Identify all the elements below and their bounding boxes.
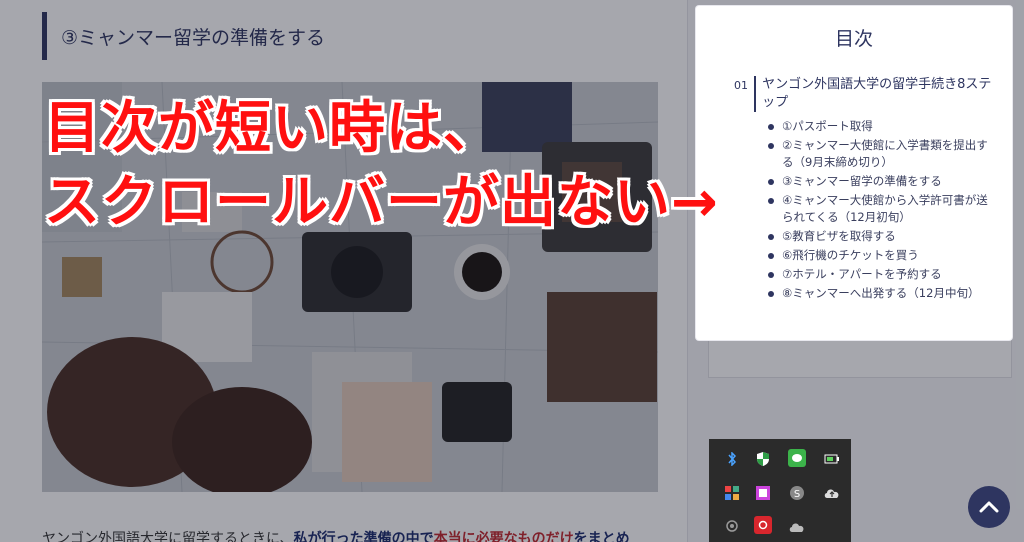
table-of-contents: 目次 01 ヤンゴン外国語大学の留学手続き8ステップ ①パスポート取得 ②ミャン… <box>696 6 1012 340</box>
toc-item[interactable]: ②ミャンマー大使館に入学書類を提出する（9月末締め切り） <box>768 137 998 171</box>
bluetooth-icon[interactable] <box>723 450 741 468</box>
toc-h2-link[interactable]: ヤンゴン外国語大学の留学手続き8ステップ <box>754 76 996 112</box>
toc-item[interactable]: ⑥飛行機のチケットを買う <box>768 247 998 264</box>
toc-item[interactable]: ⑦ホテル・アパートを予約する <box>768 266 998 283</box>
security-shield-icon[interactable] <box>754 450 772 468</box>
chevron-up-icon <box>979 501 999 513</box>
toc-h2-number: 01 <box>734 79 748 92</box>
toc-item[interactable]: ④ミャンマー大使館から入学許可書が送られてくる（12月初旬） <box>768 192 998 226</box>
toc-h2-item[interactable]: 01 ヤンゴン外国語大学の留学手続き8ステップ <box>734 76 996 112</box>
back-to-top-button[interactable] <box>968 486 1010 528</box>
toc-item[interactable]: ⑤教育ビザを取得する <box>768 228 998 245</box>
svg-text:S: S <box>794 489 800 500</box>
annotation-line-2: スクロールバーが出ない→ <box>44 170 719 235</box>
annotation-line-1: 目次が短い時は、 <box>44 96 500 161</box>
chat-icon[interactable] <box>788 449 806 467</box>
toc-item[interactable]: ③ミャンマー留学の準備をする <box>768 173 998 190</box>
toc-item[interactable]: ⑧ミャンマーへ出発する（12月中旬） <box>768 285 998 302</box>
toc-list: ①パスポート取得 ②ミャンマー大使館に入学書類を提出する（9月末締め切り） ③ミ… <box>768 118 998 304</box>
toc-item[interactable]: ①パスポート取得 <box>768 118 998 135</box>
photo-app-icon[interactable] <box>754 516 772 534</box>
battery-icon[interactable] <box>823 450 841 468</box>
toc-title: 目次 <box>834 28 873 50</box>
cloud-sync-icon[interactable] <box>788 518 806 536</box>
apps-icon[interactable] <box>723 484 741 502</box>
skype-icon[interactable]: S <box>788 484 806 502</box>
webcam-icon[interactable] <box>723 518 741 536</box>
cloud-upload-icon[interactable] <box>823 484 841 502</box>
image-icon[interactable] <box>754 484 772 502</box>
system-tray-popup: S <box>709 439 851 542</box>
